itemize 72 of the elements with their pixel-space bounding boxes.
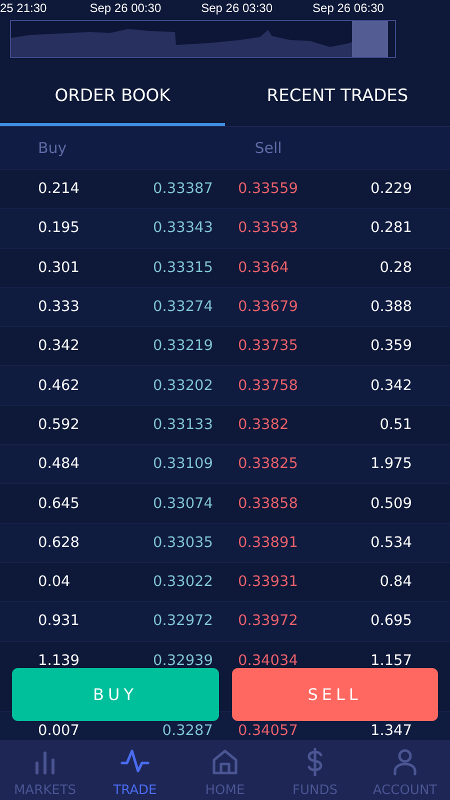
sell-button[interactable]: SELL [232, 668, 438, 721]
table-cell-text: 0.33679 [237, 299, 299, 316]
table-cell-text: 0.509 [369, 496, 413, 512]
table-cell-text: 0.3287 [161, 723, 213, 739]
table-cell-text: 0.388 [369, 299, 413, 316]
table-cell-text: 0.33972 [237, 613, 299, 630]
table-cell-text: 0.33735 [237, 338, 299, 354]
table-cell-text: 0.33891 [237, 534, 299, 551]
table-cell-text: 1.347 [369, 723, 413, 739]
table-cell-text: 0.229 [369, 181, 413, 198]
table-cell-text: 0.33343 [152, 220, 213, 236]
table-cell-text: 0.281 [369, 220, 413, 236]
table-cell-text: 0.33035 [152, 534, 213, 551]
table-cell-text: 0.32939 [152, 652, 213, 669]
table-cell-text: 0.628 [37, 534, 81, 551]
nav-item[interactable]: TRADE [90, 740, 180, 800]
time-label: Sep 26 03:30 [201, 0, 273, 16]
table-cell-text: 0.34057 [237, 723, 299, 739]
table-cell-text: 0.33074 [152, 496, 213, 512]
home-icon [210, 747, 240, 777]
table-cell-text: 0.33202 [152, 378, 213, 394]
table-cell-text: 1.139 [37, 652, 81, 669]
table-cell-text: 0.333 [37, 299, 81, 316]
table-cell-text: 0.645 [37, 496, 81, 512]
table-cell-text: 0.33219 [152, 338, 213, 354]
table-cell-text: 0.342 [37, 338, 81, 354]
table-cell-text: 0.33274 [152, 299, 213, 316]
table-cell-text: 0.33758 [237, 378, 299, 394]
table-cell-text: 0.33109 [152, 456, 213, 472]
table-cell-text: 0.214 [37, 181, 81, 198]
table-cell-text: 0.007 [37, 723, 81, 739]
table-cell-text: 0.931 [37, 613, 81, 630]
table-cell-text: 0.484 [37, 456, 81, 472]
table-cell-text: 0.462 [37, 378, 81, 394]
table-cell-text: 0.342 [369, 378, 413, 394]
table-cell-text: 0.33931 [237, 574, 299, 590]
table-cell-text: 0.33559 [237, 181, 299, 198]
table-cell-text: 0.33133 [152, 416, 213, 433]
tab[interactable]: RECENT TRADES [225, 68, 450, 126]
table-cell-text: 0.33022 [152, 574, 213, 590]
column-header: Buy [38, 139, 67, 157]
table-cell-text: 0.592 [37, 416, 81, 433]
table-cell-text: 0.51 [378, 416, 413, 433]
price-range-chart[interactable] [10, 20, 396, 58]
table-cell-text: 1.157 [369, 652, 413, 669]
table-cell-text: 0.359 [369, 338, 413, 354]
table-cell-text: 0.3382 [237, 416, 290, 433]
table-cell-text: 0.32972 [152, 613, 213, 630]
table-cell-text: 0.33593 [237, 220, 299, 236]
table-cell-text: 0.34034 [237, 652, 299, 669]
table-cell-text: 0.3364 [237, 260, 290, 276]
column-header: Sell [254, 139, 282, 157]
time-label: 25 21:30 [0, 0, 47, 16]
time-label: Sep 26 00:30 [90, 0, 162, 16]
nav-item[interactable]: HOME [180, 740, 270, 800]
table-cell-text: 0.84 [378, 574, 413, 590]
table-cell-text: 0.301 [37, 260, 81, 276]
time-label: Sep 26 06:30 [312, 0, 384, 16]
table-cell-text: 0.33825 [237, 456, 299, 472]
table-cell-text: 0.28 [378, 260, 413, 276]
table-cell-text: 0.534 [369, 534, 413, 551]
buy-button[interactable]: BUY [12, 668, 218, 721]
table-cell-text: 0.695 [369, 613, 413, 630]
table-cell-text: 0.33858 [237, 496, 299, 512]
table-cell-text: 0.33315 [152, 260, 213, 276]
nav-item[interactable]: ACCOUNT [360, 740, 450, 800]
nav-item[interactable]: FUNDS [270, 740, 360, 800]
nav-item[interactable]: MARKETS [0, 740, 90, 800]
table-cell-text: 0.04 [37, 574, 72, 590]
table-cell-text: 1.975 [369, 456, 413, 472]
table-cell-text: 0.195 [37, 220, 81, 236]
table-cell-text: 0.33387 [152, 181, 213, 198]
